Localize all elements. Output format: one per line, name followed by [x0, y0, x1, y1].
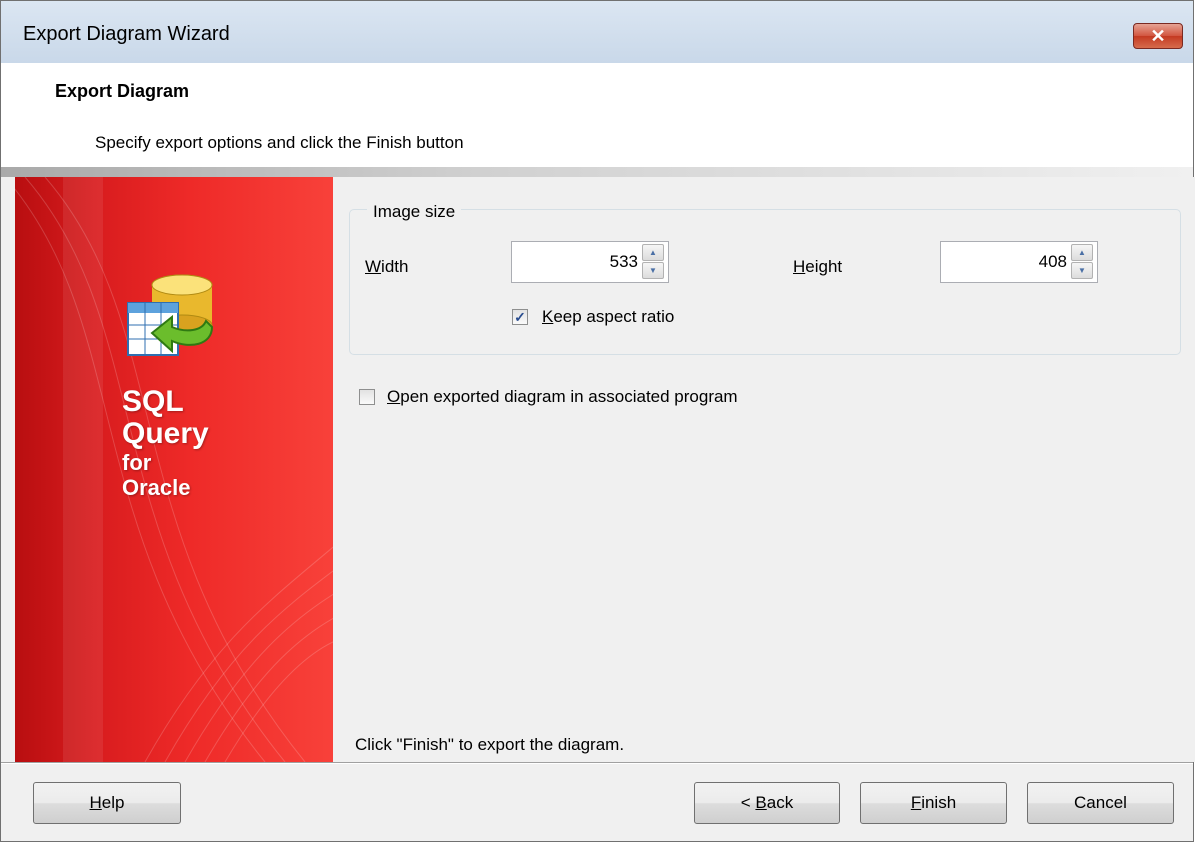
help-button[interactable]: Help	[33, 782, 181, 824]
header-divider	[1, 167, 1193, 177]
page-title: Export Diagram	[55, 81, 190, 101]
database-export-icon	[127, 274, 214, 356]
help-accesskey: H	[89, 793, 102, 812]
help-text: elp	[101, 793, 125, 812]
height-input[interactable]: 408	[1039, 252, 1067, 272]
height-label: Height	[793, 257, 842, 277]
footer-divider	[1, 762, 1193, 764]
width-spin-down-icon[interactable]: ▼	[642, 262, 664, 279]
width-spin[interactable]: 533 ▲ ▼	[511, 241, 669, 283]
back-accesskey: B	[755, 793, 767, 812]
back-prefix: <	[740, 793, 756, 812]
image-size-legend: Image size	[367, 202, 462, 222]
product-name: SQL Query for Oracle	[122, 387, 209, 499]
product-name-for: for	[122, 450, 152, 475]
close-button[interactable]: ✕	[1133, 23, 1183, 49]
keep-aspect-label[interactable]: Keep aspect ratio	[542, 307, 674, 327]
keep-aspect-checkbox[interactable]: ✓	[512, 309, 528, 325]
product-name-query: Query	[122, 417, 209, 450]
width-label: Width	[365, 257, 408, 277]
width-spin-buttons: ▲ ▼	[642, 244, 666, 280]
open-exported-accesskey: O	[387, 387, 401, 406]
height-label-accesskey: H	[793, 257, 806, 276]
product-banner: SQL Query for Oracle	[15, 177, 333, 762]
cancel-text: Cancel	[1074, 793, 1127, 812]
close-icon: ✕	[1150, 25, 1166, 46]
back-text: ack	[766, 793, 794, 812]
open-exported-label[interactable]: Open exported diagram in associated prog…	[387, 387, 738, 407]
height-spin-buttons: ▲ ▼	[1071, 244, 1095, 280]
finish-accesskey: F	[910, 793, 922, 812]
back-button[interactable]: < Back	[694, 782, 840, 824]
product-name-oracle: Oracle	[122, 475, 191, 500]
window-title: Export Diagram Wizard	[23, 23, 230, 45]
checkmark-icon: ✓	[514, 309, 526, 325]
keep-aspect-text: eep aspect ratio	[553, 307, 675, 326]
open-exported-text: pen exported diagram in associated progr…	[400, 387, 738, 406]
cancel-button[interactable]: Cancel	[1027, 782, 1174, 824]
width-label-accesskey: W	[365, 257, 382, 276]
keep-aspect-accesskey: K	[542, 307, 554, 326]
open-exported-checkbox[interactable]	[359, 389, 375, 405]
height-spin-down-icon[interactable]: ▼	[1071, 262, 1093, 279]
finish-button[interactable]: Finish	[860, 782, 1007, 824]
product-name-sql: SQL	[122, 385, 184, 418]
height-label-text: eight	[805, 257, 843, 276]
finish-hint: Click "Finish" to export the diagram.	[355, 735, 625, 754]
wizard-window: Export Diagram Wizard ✕ Export Diagram S…	[0, 0, 1195, 842]
height-spin-up-icon[interactable]: ▲	[1071, 244, 1093, 261]
finish-text: inish	[921, 793, 957, 812]
width-spin-up-icon[interactable]: ▲	[642, 244, 664, 261]
width-label-text: idth	[381, 257, 409, 276]
height-spin[interactable]: 408 ▲ ▼	[940, 241, 1098, 283]
title-bar[interactable]: Export Diagram Wizard ✕	[1, 1, 1193, 63]
wizard-header: Export Diagram Specify export options an…	[1, 63, 1193, 167]
wizard-content: Image size Width 533 ▲ ▼ Height 408 ▲ ▼ …	[333, 177, 1195, 762]
width-input[interactable]: 533	[610, 252, 638, 272]
page-subtitle: Specify export options and click the Fin…	[95, 133, 464, 152]
